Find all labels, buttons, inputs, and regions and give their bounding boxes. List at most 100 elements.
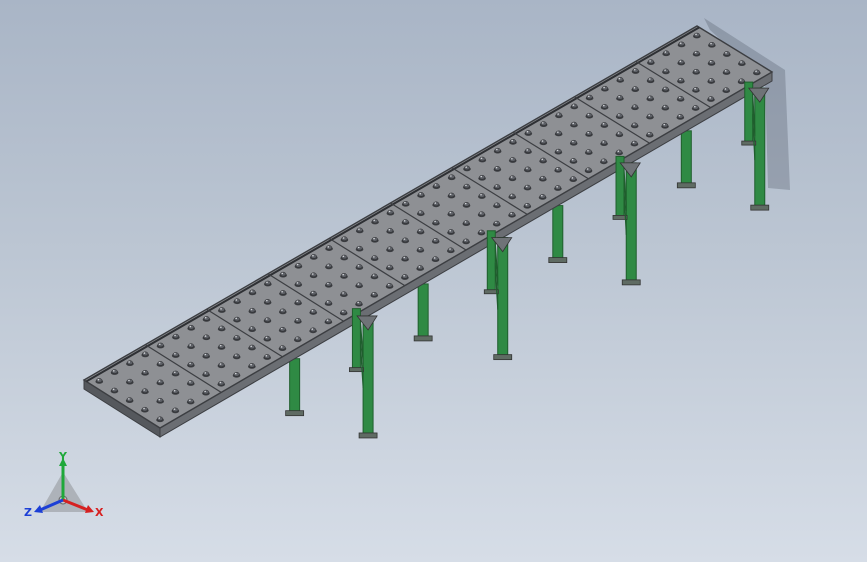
ball-highlight	[739, 79, 742, 81]
ball-highlight	[464, 202, 467, 205]
ball-transfer-unit	[386, 283, 393, 288]
ball-highlight	[204, 390, 206, 393]
ball-transfer-unit	[571, 103, 578, 109]
ball-transfer-unit	[570, 121, 578, 127]
ball-highlight	[541, 176, 543, 179]
ball-transfer-unit	[233, 316, 241, 322]
leg-post	[417, 283, 429, 340]
ball-transfer-unit	[356, 227, 363, 233]
ball-highlight	[724, 88, 727, 90]
ball-highlight	[388, 210, 391, 213]
ball-transfer-unit	[661, 122, 669, 128]
ball-highlight	[311, 328, 314, 330]
ball-transfer-unit	[417, 228, 424, 234]
ball-transfer-unit	[340, 273, 348, 278]
ball-transfer-unit	[524, 184, 531, 190]
ball-highlight	[464, 239, 467, 241]
ball-highlight	[465, 184, 467, 187]
ball-transfer-unit	[631, 140, 638, 146]
ball-transfer-conveyor-model[interactable]	[0, 0, 867, 562]
ball-highlight	[403, 220, 406, 222]
ball-highlight	[250, 363, 252, 366]
ball-highlight	[220, 308, 222, 310]
leg-post	[680, 130, 692, 187]
ball-transfer-unit	[447, 229, 455, 234]
ball-highlight	[388, 228, 391, 231]
ball-highlight	[495, 203, 497, 205]
leg-foot	[548, 257, 568, 264]
ball-transfer-unit	[494, 147, 501, 153]
ball-transfer-unit	[601, 104, 608, 109]
ball-highlight	[541, 158, 544, 161]
ball-highlight	[204, 316, 207, 319]
ball-transfer-unit	[325, 263, 332, 269]
ball-transfer-unit	[172, 333, 179, 339]
ball-highlight	[511, 157, 513, 160]
ball-highlight	[525, 185, 528, 188]
ball-highlight	[496, 148, 498, 151]
ball-highlight	[418, 229, 421, 232]
ball-highlight	[709, 78, 712, 81]
ball-highlight	[755, 70, 757, 72]
ball-transfer-unit	[570, 176, 577, 181]
ball-highlight	[128, 379, 130, 382]
leg-post	[289, 358, 301, 415]
ball-transfer-unit	[264, 280, 271, 286]
ball-highlight	[204, 372, 207, 374]
ball-highlight	[189, 399, 191, 402]
ball-highlight	[403, 274, 405, 277]
ball-transfer-unit	[632, 68, 639, 73]
leg-foot	[621, 279, 641, 286]
ball-transfer-unit	[355, 300, 363, 306]
ball-transfer-unit	[555, 130, 562, 136]
leg-foot	[676, 182, 696, 189]
ball-transfer-unit	[234, 298, 241, 303]
ball-highlight	[526, 130, 529, 133]
ball-transfer-unit	[555, 167, 562, 172]
ball-transfer-unit	[356, 282, 363, 288]
ball-highlight	[526, 149, 529, 151]
ball-highlight	[479, 230, 482, 233]
ball-transfer-unit	[341, 236, 348, 241]
ball-highlight	[342, 237, 345, 239]
ball-transfer-unit	[218, 380, 225, 386]
ball-transfer-unit	[233, 353, 240, 359]
ball-highlight	[296, 263, 299, 266]
ball-highlight	[572, 104, 575, 106]
ball-transfer-unit	[202, 389, 210, 395]
ball-highlight	[419, 192, 422, 195]
ball-highlight	[725, 51, 727, 54]
ball-highlight	[388, 265, 390, 268]
ball-highlight	[418, 247, 421, 250]
ball-transfer-unit	[172, 352, 179, 357]
ball-transfer-unit	[509, 175, 516, 180]
ball-transfer-unit	[96, 378, 103, 383]
ball-transfer-unit	[585, 149, 592, 154]
ball-highlight	[480, 157, 483, 160]
orientation-triad[interactable]: Y X Z	[18, 450, 108, 530]
ball-highlight	[480, 175, 483, 178]
ball-transfer-unit	[279, 345, 286, 350]
ball-highlight	[219, 344, 222, 347]
ball-highlight	[740, 61, 742, 63]
cad-viewport[interactable]: Y X Z	[0, 0, 867, 562]
ball-highlight	[709, 60, 712, 63]
ball-transfer-unit	[753, 69, 760, 75]
ball-highlight	[403, 256, 406, 259]
ball-transfer-unit	[371, 273, 378, 279]
ball-highlight	[464, 221, 467, 223]
ball-transfer-unit	[631, 122, 638, 128]
ball-highlight	[189, 362, 191, 365]
ball-transfer-unit	[310, 327, 317, 333]
ball-highlight	[510, 176, 513, 178]
ball-transfer-unit	[646, 131, 653, 137]
ball-transfer-unit	[585, 131, 593, 136]
ball-transfer-unit	[586, 94, 593, 100]
ball-transfer-unit	[432, 219, 439, 225]
ball-highlight	[572, 122, 574, 125]
ball-highlight	[403, 238, 406, 240]
ball-transfer-unit	[448, 210, 455, 216]
ball-transfer-unit	[387, 228, 394, 233]
ball-highlight	[434, 220, 436, 223]
leg-foot	[358, 432, 378, 439]
